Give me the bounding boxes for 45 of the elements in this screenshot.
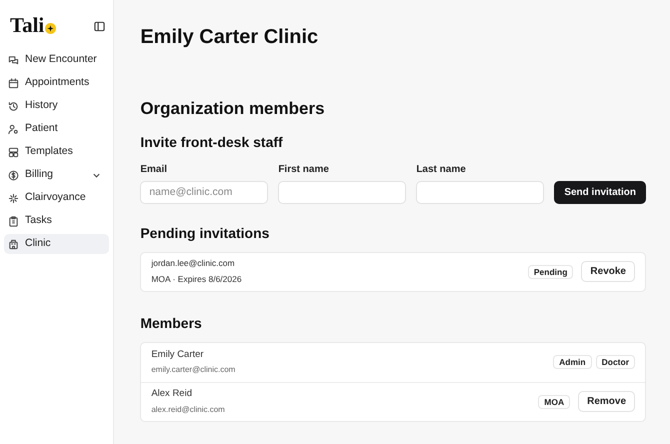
role-badge: Doctor (596, 355, 635, 369)
nav-item[interactable]: New Encounter (4, 50, 110, 70)
sidebar-toggle-icon[interactable] (94, 20, 106, 32)
field-label: First name (278, 162, 330, 176)
section-heading: Members (140, 314, 203, 332)
member-name: Alex Reid (151, 387, 193, 402)
field-label: Email (140, 162, 168, 176)
history-icon (8, 100, 19, 112)
member-name: Emily Carter (151, 348, 205, 362)
sparkle-icon (45, 22, 56, 34)
logo-text: Tali (10, 12, 44, 40)
role-badge: MOA (538, 394, 570, 408)
send-invitation-button[interactable]: Send invitation (554, 180, 646, 204)
invite-details: MOA · Expires 8/6/2026 (151, 273, 242, 286)
building-icon (8, 238, 19, 250)
layout-icon (8, 146, 19, 158)
input-field[interactable]: name@clinic.com (140, 180, 268, 204)
dollar-icon (8, 170, 19, 180)
section-title: Organization members (140, 98, 326, 120)
user-icon (8, 124, 19, 134)
member-email: emily.carter@clinic.com (151, 364, 236, 376)
section-heading: Pending invitations (140, 224, 270, 243)
nav-item[interactable]: Billing (4, 165, 110, 185)
nav-item[interactable]: Clinic (4, 234, 110, 254)
member-email: alex.reid@clinic.com (151, 404, 225, 416)
nav-item[interactable]: Tasks (4, 211, 110, 231)
invite-email: jordan.lee@clinic.com (151, 257, 236, 270)
page-title: Emily Carter Clinic (140, 25, 320, 50)
calendar-icon (8, 78, 19, 88)
clipboard-icon (8, 216, 19, 226)
nav-item[interactable]: Patient (4, 119, 110, 139)
role-badge: Pending (528, 264, 574, 278)
nav-item[interactable]: Templates (4, 142, 110, 162)
role-badge: Admin (553, 355, 592, 369)
field-label: Last name (416, 162, 467, 176)
nav-item[interactable]: Clairvoyance (4, 188, 110, 208)
sparkles-icon (8, 192, 19, 204)
section-heading: Invite front-desk staff (140, 132, 284, 152)
action-button[interactable]: Revoke (581, 261, 635, 282)
action-button[interactable]: Remove (578, 391, 635, 412)
nav-item[interactable]: History (4, 96, 110, 116)
input-field[interactable] (416, 180, 544, 204)
input-field[interactable] (278, 180, 406, 204)
nav-item[interactable]: Appointments (4, 73, 110, 93)
chat-icon (8, 54, 19, 66)
